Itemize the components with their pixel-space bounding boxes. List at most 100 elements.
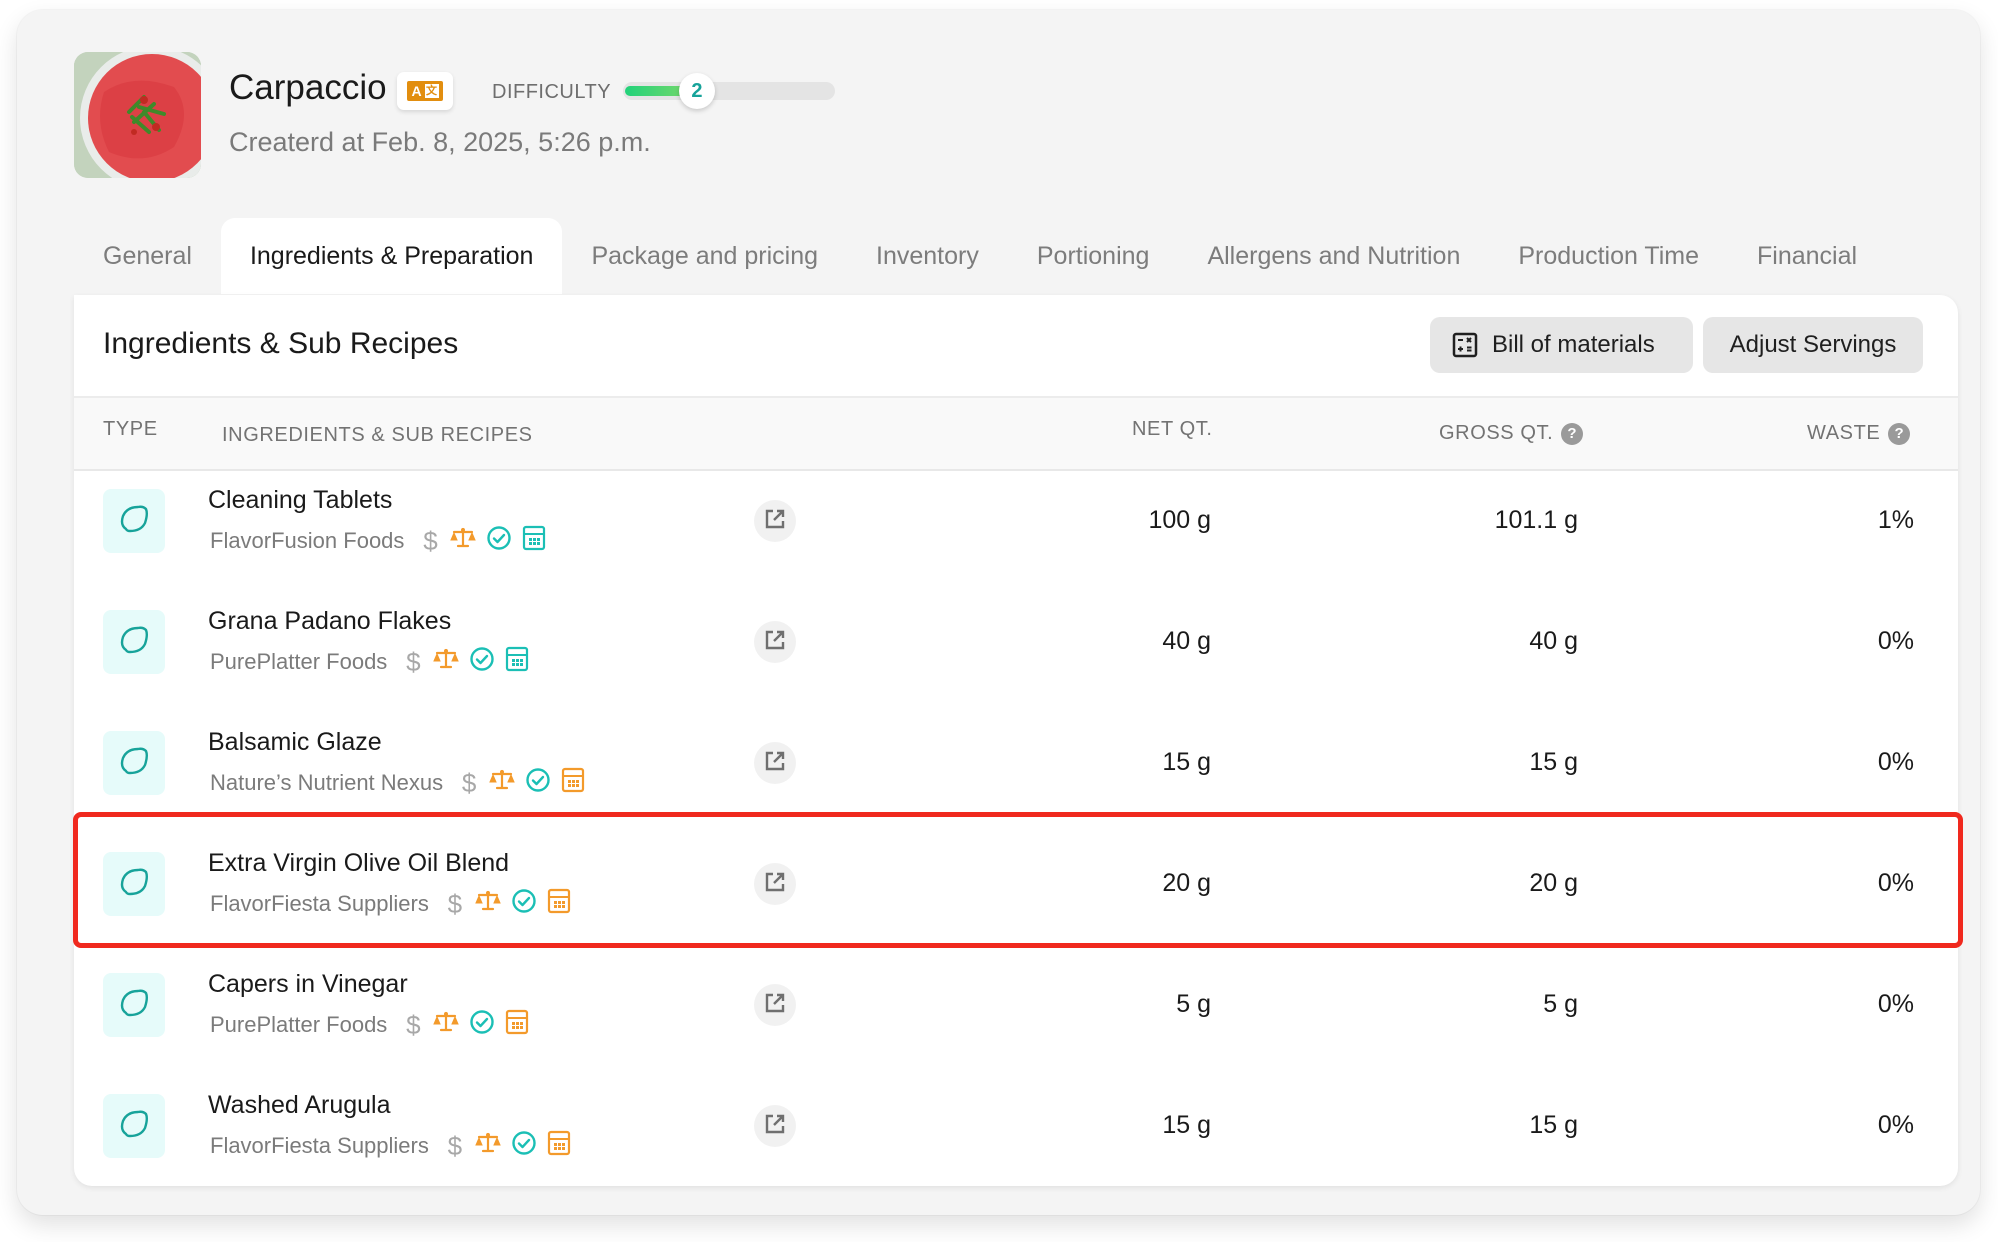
recipe-title: Carpaccio	[229, 68, 387, 107]
section-title: Ingredients & Sub Recipes	[103, 327, 459, 360]
scale-icon	[475, 1131, 501, 1161]
ingredient-type-badge	[103, 852, 165, 916]
header-waste-label: WASTE	[1807, 422, 1881, 444]
costing-calculator-icon	[505, 1009, 529, 1041]
scale-icon	[489, 768, 515, 798]
supplier-line: FlavorFusion Foods $	[210, 525, 546, 557]
open-ingredient-button[interactable]	[754, 1105, 796, 1147]
check-circle-icon	[525, 767, 551, 799]
open-ingredient-button[interactable]	[754, 500, 796, 542]
supplier-line: FlavorFiesta Suppliers $	[210, 888, 571, 920]
dollar-icon: $	[461, 767, 477, 798]
external-link-icon	[764, 871, 786, 898]
gross-quantity: 15 g	[1529, 748, 1578, 776]
supplier-name: PurePlatter Foods	[210, 1012, 388, 1037]
bill-of-materials-label: Bill of materials	[1492, 331, 1655, 358]
open-ingredient-button[interactable]	[754, 621, 796, 663]
lemon-icon	[116, 743, 152, 784]
tab-general[interactable]: General	[74, 218, 221, 294]
ingredient-name[interactable]: Grana Padano Flakes	[208, 607, 451, 636]
waste-percent: 0%	[1877, 748, 1914, 776]
table-row[interactable]: Balsamic Glaze Nature’s Nutrient Nexus $	[74, 713, 1958, 834]
costing-calculator-icon	[547, 888, 571, 920]
waste-percent: 0%	[1877, 869, 1914, 897]
check-circle-icon	[469, 1009, 495, 1041]
ingredients-card: Ingredients & Sub Recipes Bill of materi…	[74, 295, 1958, 1186]
ingredient-type-badge	[103, 731, 165, 795]
ingredient-name[interactable]: Balsamic Glaze	[208, 728, 382, 757]
table-row[interactable]: Grana Padano Flakes PurePlatter Foods $	[74, 592, 1958, 713]
ingredient-name[interactable]: Washed Arugula	[208, 1091, 391, 1120]
waste-percent: 0%	[1877, 990, 1914, 1018]
waste-percent: 1%	[1877, 506, 1914, 534]
lemon-icon	[116, 501, 152, 542]
tab-ingredients-preparation[interactable]: Ingredients & Preparation	[220, 218, 563, 294]
gross-quantity: 20 g	[1529, 869, 1578, 897]
supplier-line: PurePlatter Foods $	[210, 1009, 529, 1041]
translate-icon: A文	[407, 81, 443, 101]
net-quantity: 20 g	[1162, 869, 1211, 897]
dollar-icon: $	[447, 888, 463, 919]
scale-icon	[433, 1010, 460, 1040]
ingredient-name[interactable]: Extra Virgin Olive Oil Blend	[208, 849, 509, 878]
gross-quantity: 5 g	[1543, 990, 1578, 1018]
supplier-name: FlavorFusion Foods	[210, 528, 405, 553]
supplier-line: FlavorFiesta Suppliers $	[210, 1130, 571, 1162]
header-ingredients: INGREDIENTS & SUB RECIPES	[222, 424, 533, 446]
header-type: TYPE	[103, 418, 158, 440]
external-link-icon	[764, 1113, 786, 1140]
tab-package-pricing[interactable]: Package and pricing	[562, 218, 847, 294]
lemon-icon	[116, 864, 152, 905]
scale-icon	[475, 889, 501, 919]
open-ingredient-button[interactable]	[754, 984, 796, 1026]
header-gross-qty: GROSS QT. ?	[1439, 422, 1584, 445]
tab-portioning[interactable]: Portioning	[1008, 218, 1179, 294]
gross-quantity: 15 g	[1529, 1111, 1578, 1139]
recipe-image	[74, 52, 201, 178]
dollar-icon: $	[447, 1130, 463, 1161]
calculator-icon	[1452, 332, 1478, 358]
ingredient-type-badge	[103, 610, 165, 674]
ingredient-type-badge	[103, 489, 165, 553]
tab-inventory[interactable]: Inventory	[847, 218, 1008, 294]
adjust-servings-button[interactable]: Adjust Servings	[1703, 317, 1923, 373]
dollar-icon: $	[406, 646, 421, 677]
net-quantity: 40 g	[1162, 627, 1211, 655]
check-circle-icon	[469, 646, 495, 678]
supplier-line: Nature’s Nutrient Nexus $	[210, 767, 585, 799]
open-ingredient-button[interactable]	[754, 742, 796, 784]
waste-percent: 0%	[1877, 627, 1914, 655]
open-ingredient-button[interactable]	[754, 863, 796, 905]
difficulty-slider-thumb[interactable]: 2	[678, 73, 715, 109]
check-circle-icon	[511, 1130, 537, 1162]
supplier-name: PurePlatter Foods	[210, 649, 388, 674]
ingredient-name[interactable]: Capers in Vinegar	[208, 970, 408, 999]
tab-bar: General Ingredients & Preparation Packag…	[74, 218, 1886, 294]
table-row-highlighted[interactable]: Extra Virgin Olive Oil Blend FlavorFiest…	[74, 834, 1958, 955]
recipe-panel: Carpaccio A文 DIFFICULTY 2 Createrd at Fe…	[17, 10, 1980, 1215]
ingredient-type-badge	[103, 1094, 165, 1158]
table-row[interactable]: Capers in Vinegar PurePlatter Foods $ 5 …	[74, 955, 1958, 1076]
table-row[interactable]: Cleaning Tablets FlavorFusion Foods $ 10…	[74, 471, 1958, 592]
tab-allergens-nutrition[interactable]: Allergens and Nutrition	[1178, 218, 1489, 294]
net-quantity: 15 g	[1162, 1111, 1211, 1139]
ingredient-name[interactable]: Cleaning Tablets	[208, 486, 392, 515]
help-icon[interactable]: ?	[1561, 422, 1584, 445]
help-icon[interactable]: ?	[1888, 422, 1911, 445]
tab-financial[interactable]: Financial	[1728, 218, 1886, 294]
net-quantity: 15 g	[1162, 748, 1211, 776]
lemon-icon	[116, 985, 152, 1026]
table-row[interactable]: Washed Arugula FlavorFiesta Suppliers $	[74, 1076, 1958, 1186]
scale-icon	[433, 647, 460, 677]
translate-button[interactable]: A文	[397, 72, 453, 110]
external-link-icon	[764, 750, 786, 777]
header-gross-qty-label: GROSS QT.	[1439, 422, 1554, 444]
check-circle-icon	[486, 525, 512, 557]
created-timestamp: Createrd at Feb. 8, 2025, 5:26 p.m.	[229, 127, 651, 157]
bill-of-materials-button[interactable]: Bill of materials	[1430, 317, 1693, 373]
external-link-icon	[764, 508, 786, 535]
difficulty-slider[interactable]: 2	[623, 73, 835, 109]
tab-production-time[interactable]: Production Time	[1489, 218, 1728, 294]
net-quantity: 5 g	[1176, 990, 1211, 1018]
gross-quantity: 40 g	[1529, 627, 1578, 655]
